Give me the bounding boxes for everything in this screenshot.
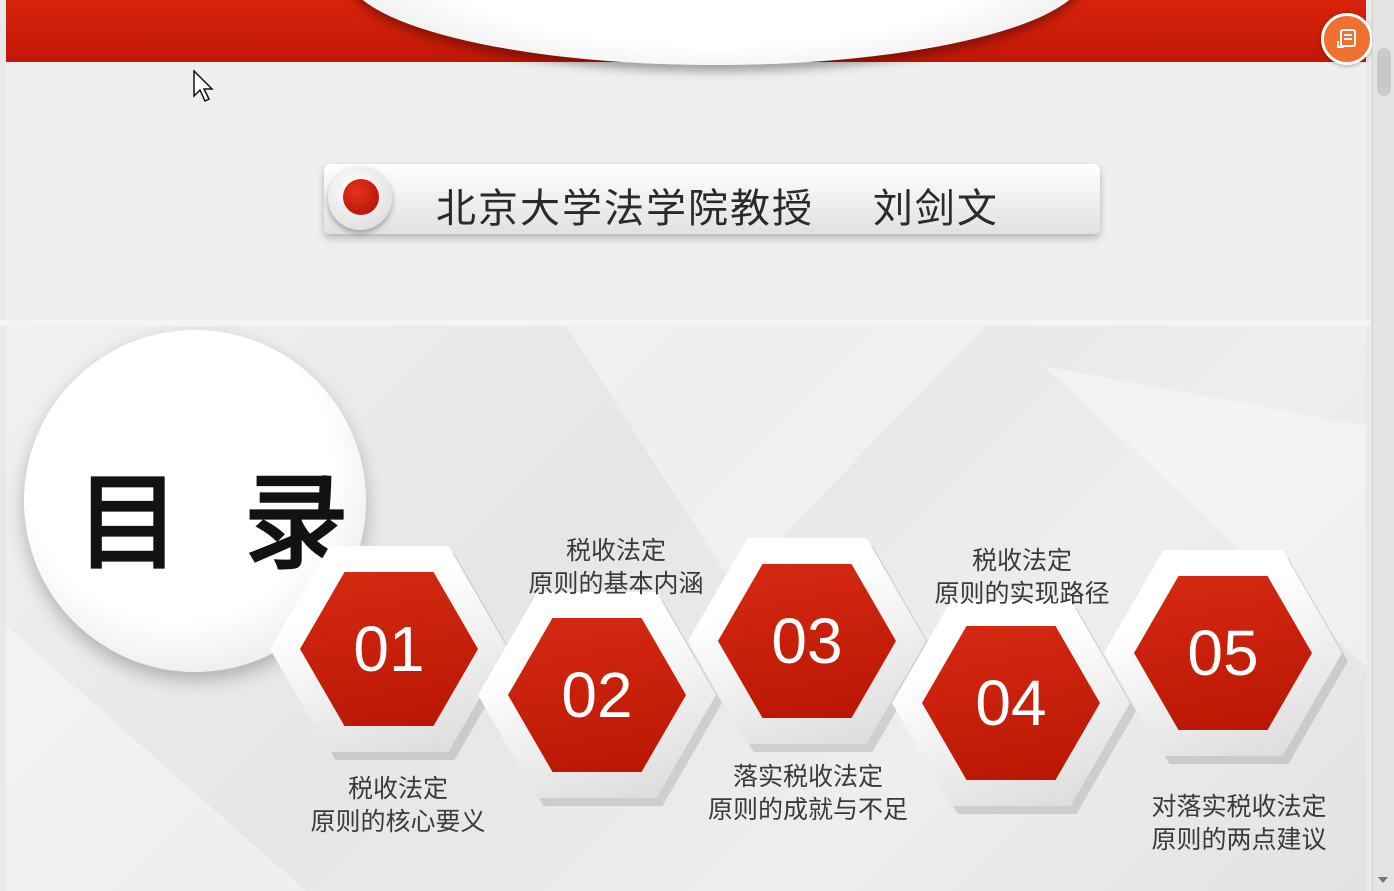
toc-item-number: 05 bbox=[1187, 617, 1259, 689]
red-dot-icon bbox=[328, 166, 392, 230]
hexagon-red: 05 bbox=[1134, 576, 1312, 730]
red-dot-core bbox=[343, 179, 379, 215]
mouse-pointer-icon bbox=[193, 70, 214, 103]
vertical-scrollbar[interactable] bbox=[1372, 0, 1394, 891]
hexagon-red: 02 bbox=[508, 618, 686, 772]
toc-item-caption: 税收法定 原则的实现路径 bbox=[934, 546, 1110, 608]
scroll-down-arrow-icon[interactable] bbox=[1378, 877, 1388, 883]
toc-item-caption: 落实税收法定 原则的成就与不足 bbox=[707, 762, 908, 824]
hexagon-red: 01 bbox=[300, 572, 478, 726]
toc-item-caption: 税收法定 原则的核心要义 bbox=[310, 774, 486, 836]
toc-item-number: 01 bbox=[353, 613, 425, 685]
slide-table-of-contents: 目 录 01 税收法定 原则的核心要义 02 税收法定 原则的基本内涵 03 落… bbox=[6, 326, 1366, 891]
scrollbar-thumb[interactable] bbox=[1377, 48, 1391, 96]
document-edit-icon bbox=[1337, 29, 1356, 48]
toc-item-number: 03 bbox=[771, 605, 843, 677]
hexagon-red: 03 bbox=[718, 564, 896, 718]
toc-item-caption: 税收法定 原则的基本内涵 bbox=[528, 536, 704, 598]
document-edit-button[interactable] bbox=[1321, 13, 1373, 65]
toc-item-caption: 对落实税收法定 原则的两点建议 bbox=[1151, 792, 1327, 854]
hexagon-red: 04 bbox=[922, 626, 1100, 780]
presenter-title: 北京大学法学院教授 刘剑文 bbox=[436, 186, 999, 232]
slide-title-section: 北京大学法学院教授 刘剑文 bbox=[6, 0, 1366, 320]
presenter-title-bar: 北京大学法学院教授 刘剑文 bbox=[324, 164, 1100, 234]
toc-item-number: 02 bbox=[561, 659, 633, 731]
toc-item-number: 04 bbox=[975, 667, 1047, 739]
